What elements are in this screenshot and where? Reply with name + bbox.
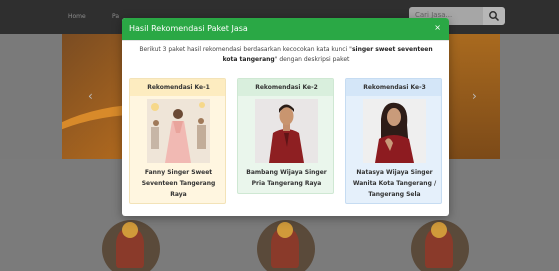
modal-title: Hasil Rekomendasi Paket Jasa [129,24,248,33]
category-thumbnail[interactable] [411,220,469,271]
nav-home-link[interactable]: Home [68,13,86,20]
carousel-prev-icon[interactable]: ‹ [88,89,93,103]
package-name: Fanny Singer Sweet Seventeen Tangerang R… [141,169,216,198]
category-thumbnail[interactable] [102,220,160,271]
card-heading: Rekomendasi Ke-3 [346,79,441,96]
category-thumbnail[interactable] [257,220,315,271]
recommendation-modal: Hasil Rekomendasi Paket Jasa × Berikut 3… [122,18,449,216]
carousel-next-icon[interactable]: › [472,89,477,103]
close-icon[interactable]: × [434,23,441,32]
singer-photo [363,99,426,163]
card-heading: Rekomendasi Ke-2 [238,79,333,96]
modal-divider [122,40,449,41]
recommendation-card-3[interactable]: Rekomendasi Ke-3 Natasya Wijaya Singer W… [345,78,442,204]
singer-photo [147,99,210,163]
modal-header: Hasil Rekomendasi Paket Jasa × [122,18,449,40]
search-button[interactable] [483,7,505,25]
nav-link-truncated[interactable]: Pa [112,13,119,20]
package-name: Bambang Wijaya Singer Pria Tangerang Ray… [246,169,327,187]
singer-photo [255,99,318,163]
recommendation-card-1[interactable]: Rekomendasi Ke-1 Fanny Singer Sweet Seve… [129,78,226,204]
intro-text: Berikut 3 paket hasil rekomendasi berdas… [139,46,433,63]
search-icon [489,11,500,22]
package-name: Natasya Wijaya Singer Wanita Kota Tanger… [352,169,437,198]
card-heading: Rekomendasi Ke-1 [130,79,225,96]
recommendation-card-2[interactable]: Rekomendasi Ke-2 Bambang Wijaya Singer P… [237,78,334,194]
